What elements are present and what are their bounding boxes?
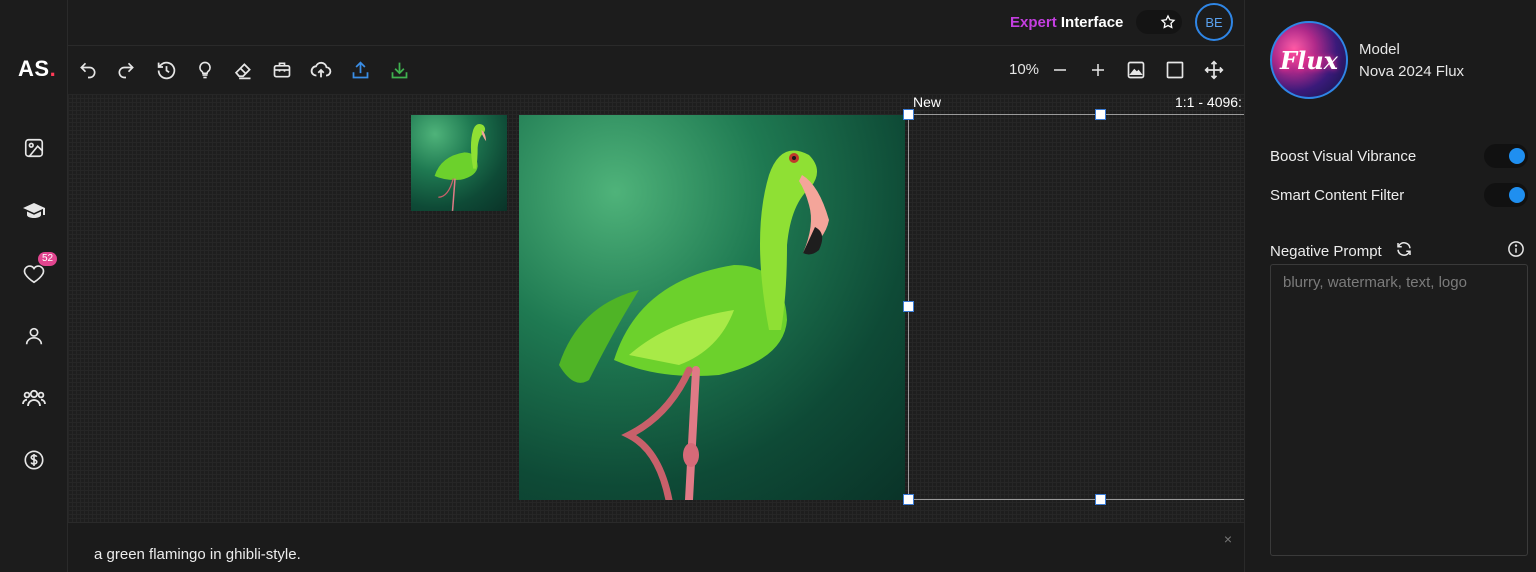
left-sidebar: AS. 52 (0, 0, 68, 572)
history-icon (157, 61, 175, 79)
model-logo-text: Flux (1280, 45, 1338, 75)
flamingo-illustration (559, 150, 829, 500)
star-icon (1160, 14, 1176, 29)
logo-text: AS (18, 56, 50, 81)
negative-prompt-info-button[interactable] (1507, 240, 1527, 260)
interface-label: Interface (1060, 14, 1124, 31)
frame-handle-bottom-center[interactable] (1095, 494, 1106, 505)
new-image-frame[interactable] (908, 114, 1244, 500)
logo-dot: . (49, 56, 57, 81)
negative-prompt-input[interactable] (1283, 274, 1515, 546)
ideas-button[interactable] (193, 58, 217, 82)
settings-panel: Flux Model Nova 2024 Flux Boost Visual V… (1244, 0, 1536, 572)
boost-visual-vibrance-toggle[interactable] (1484, 144, 1528, 168)
frame-handle-top-center[interactable] (1095, 109, 1106, 120)
toolbox-icon (273, 62, 291, 78)
prompt-bar[interactable]: a green flamingo in ghibli-style. × (68, 522, 1244, 572)
sidebar-item-profile[interactable] (18, 320, 50, 352)
app-logo[interactable]: AS. (18, 56, 56, 82)
frame-handle-middle-left[interactable] (903, 301, 914, 312)
prompt-close-button[interactable]: × (1224, 531, 1232, 547)
zoom-level: 10% (1009, 61, 1040, 78)
image-frame-icon (1127, 61, 1145, 79)
boost-visual-vibrance-label: Boost Visual Vibrance (1270, 148, 1417, 165)
generated-image-main[interactable] (519, 115, 905, 500)
graduation-cap-icon (23, 203, 45, 218)
zoom-out-button[interactable] (1048, 58, 1072, 82)
frame-aspect-ratio: 1:1 - 4096: (1175, 94, 1242, 110)
share-button[interactable] (348, 58, 372, 82)
frame-handle-top-left[interactable] (903, 109, 914, 120)
move-button[interactable] (1202, 58, 1226, 82)
cloud-upload-button[interactable] (309, 58, 333, 82)
square-icon (1166, 61, 1184, 79)
dollar-icon (24, 450, 44, 470)
editor-toolbar: 10% (68, 46, 1244, 94)
users-icon (22, 389, 46, 407)
generated-image-thumbnail[interactable] (411, 115, 507, 211)
expert-label: Expert (1010, 14, 1057, 31)
square-frame-button[interactable] (1163, 58, 1187, 82)
undo-icon (80, 62, 96, 79)
sidebar-item-community[interactable] (18, 382, 50, 414)
user-icon (25, 327, 43, 345)
negative-prompt-label: Negative Prompt (1270, 243, 1382, 260)
sidebar-item-learn[interactable] (18, 195, 50, 227)
zoom-in-icon (1092, 64, 1104, 76)
app-root: AS. 52 Expert Interface BE 10% New 1:1 -… (0, 0, 1536, 572)
download-icon (391, 62, 407, 78)
model-logo[interactable]: Flux (1270, 21, 1348, 99)
sidebar-item-billing[interactable] (18, 444, 50, 476)
refresh-icon (1397, 242, 1411, 256)
sidebar-item-gallery[interactable] (18, 132, 50, 164)
expert-interface-toggle[interactable]: Expert Interface (1010, 14, 1123, 31)
user-avatar[interactable]: BE (1195, 3, 1233, 41)
smart-content-filter-row: Smart Content Filter (1270, 183, 1528, 207)
redo-button[interactable] (114, 58, 138, 82)
undo-button[interactable] (76, 58, 100, 82)
smart-content-filter-toggle[interactable] (1484, 183, 1528, 207)
model-caption: Model (1359, 41, 1400, 58)
sidebar-item-favorites[interactable]: 52 (18, 252, 58, 290)
top-header: Expert Interface BE (68, 0, 1244, 46)
image-frame-button[interactable] (1124, 58, 1148, 82)
zoom-in-button[interactable] (1086, 58, 1110, 82)
negative-prompt-refresh-button[interactable] (1395, 240, 1415, 260)
history-button[interactable] (154, 58, 178, 82)
lightbulb-icon (199, 61, 211, 79)
editor-canvas[interactable]: New 1:1 - 4096: (68, 94, 1244, 522)
info-icon (1508, 241, 1524, 257)
negative-prompt-box (1270, 264, 1528, 556)
model-name[interactable]: Nova 2024 Flux (1359, 63, 1464, 80)
eraser-button[interactable] (231, 58, 255, 82)
toggle-knob (1509, 187, 1525, 203)
toggle-knob (1509, 148, 1525, 164)
prompt-text[interactable]: a green flamingo in ghibli-style. (94, 546, 301, 563)
share-icon (352, 60, 368, 78)
favorites-count-badge: 52 (38, 252, 58, 266)
eraser-icon (234, 62, 251, 79)
cloud-upload-icon (310, 61, 332, 78)
frame-handle-bottom-left[interactable] (903, 494, 914, 505)
boost-visual-vibrance-row: Boost Visual Vibrance (1270, 144, 1528, 168)
flamingo-thumbnail-illustration (434, 123, 487, 211)
zoom-out-icon (1054, 69, 1066, 71)
move-icon (1204, 60, 1224, 80)
frame-title: New (913, 94, 942, 110)
smart-content-filter-label: Smart Content Filter (1270, 187, 1405, 204)
image-icon (24, 138, 44, 158)
heart-icon (23, 265, 45, 284)
toolbox-button[interactable] (270, 58, 294, 82)
redo-icon (118, 62, 134, 79)
download-button[interactable] (387, 58, 411, 82)
favorite-toggle[interactable] (1136, 10, 1182, 34)
